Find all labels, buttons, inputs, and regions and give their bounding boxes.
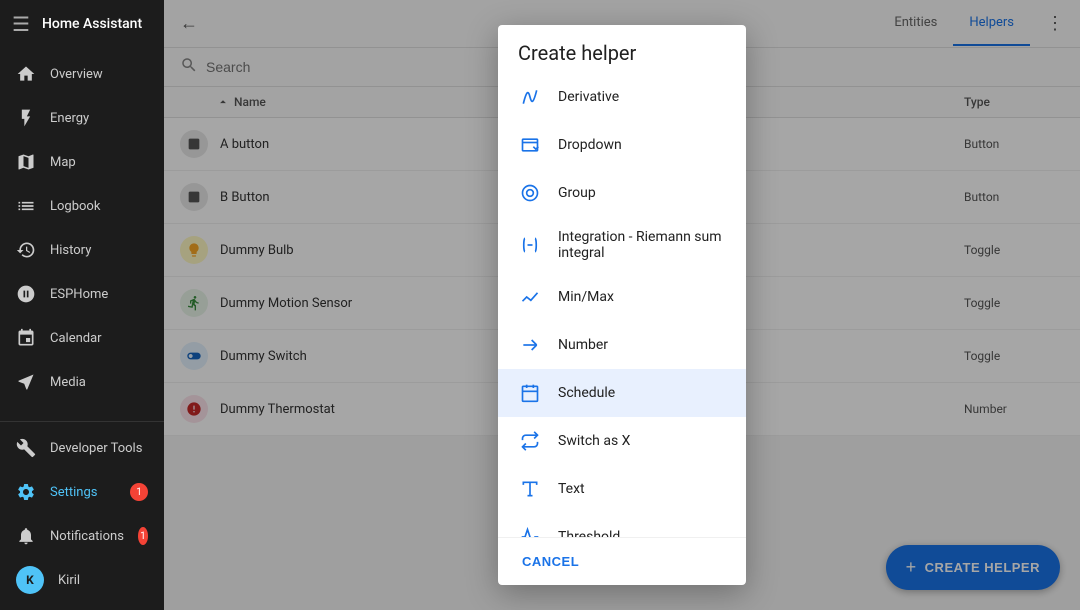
- create-helper-modal: Create helper Derivative Dropdown: [498, 25, 746, 585]
- sidebar-item-media[interactable]: Media: [0, 360, 164, 404]
- notifications-icon: [16, 526, 36, 546]
- sidebar-item-history[interactable]: History: [0, 228, 164, 272]
- sidebar-nav: Overview Energy Map Logbook History: [0, 48, 164, 421]
- modal-footer: CANCEL: [498, 537, 746, 585]
- helper-option-group[interactable]: Group: [498, 169, 746, 217]
- helper-label-dropdown: Dropdown: [558, 137, 622, 153]
- settings-badge: 1: [130, 483, 148, 501]
- hamburger-icon[interactable]: ☰: [12, 12, 30, 36]
- helper-label-group: Group: [558, 185, 596, 201]
- helper-label-derivative: Derivative: [558, 89, 619, 105]
- minmax-icon: [518, 285, 542, 309]
- logbook-icon: [16, 196, 36, 216]
- sidebar-item-energy[interactable]: Energy: [0, 96, 164, 140]
- sidebar-item-developer-tools[interactable]: Developer Tools: [0, 426, 164, 470]
- sidebar-label-settings: Settings: [50, 485, 97, 500]
- sidebar-item-overview[interactable]: Overview: [0, 52, 164, 96]
- sidebar-item-map[interactable]: Map: [0, 140, 164, 184]
- sidebar-item-notifications[interactable]: Notifications 1: [0, 514, 164, 558]
- esphome-icon: [16, 284, 36, 304]
- map-icon: [16, 152, 36, 172]
- helper-option-switch-as-x[interactable]: Switch as X: [498, 417, 746, 465]
- helper-label-schedule: Schedule: [558, 385, 615, 401]
- history-icon: [16, 240, 36, 260]
- threshold-icon: [518, 525, 542, 537]
- sidebar-label-profile: Kiril: [58, 573, 80, 588]
- derivative-icon: [518, 85, 542, 109]
- main-content: ← Entities Helpers ⋮ Name Type A button …: [164, 0, 1080, 610]
- helper-label-minmax: Min/Max: [558, 289, 614, 305]
- sidebar-label-media: Media: [50, 375, 86, 390]
- schedule-icon: [518, 381, 542, 405]
- notifications-badge: 1: [138, 527, 148, 545]
- sidebar-label-energy: Energy: [50, 111, 89, 126]
- sidebar-item-calendar[interactable]: Calendar: [0, 316, 164, 360]
- modal-title: Create helper: [498, 25, 746, 73]
- helper-label-integration: Integration - Riemann sum integral: [558, 229, 726, 261]
- settings-icon: [16, 482, 36, 502]
- group-icon: [518, 181, 542, 205]
- sidebar-item-settings[interactable]: Settings 1: [0, 470, 164, 514]
- switch-as-x-icon: [518, 429, 542, 453]
- sidebar-label-esphome: ESPHome: [50, 287, 108, 302]
- app-title: Home Assistant: [42, 16, 142, 32]
- helper-label-switch-as-x: Switch as X: [558, 433, 630, 449]
- helper-option-threshold[interactable]: Threshold: [498, 513, 746, 537]
- sidebar-header: ☰ Home Assistant: [0, 0, 164, 48]
- sidebar-item-esphome[interactable]: ESPHome: [0, 272, 164, 316]
- energy-icon: [16, 108, 36, 128]
- helper-label-number: Number: [558, 337, 608, 353]
- number-icon: [518, 333, 542, 357]
- media-icon: [16, 372, 36, 392]
- helper-option-derivative[interactable]: Derivative: [498, 73, 746, 121]
- sidebar-label-notifications: Notifications: [50, 529, 124, 544]
- sidebar-item-logbook[interactable]: Logbook: [0, 184, 164, 228]
- sidebar-label-overview: Overview: [50, 67, 103, 82]
- sidebar-bottom: Developer Tools Settings 1 Notifications…: [0, 421, 164, 610]
- helper-label-text: Text: [558, 481, 585, 497]
- helper-option-text[interactable]: Text: [498, 465, 746, 513]
- helper-option-schedule[interactable]: Schedule: [498, 369, 746, 417]
- modal-overlay: Create helper Derivative Dropdown: [164, 0, 1080, 610]
- helper-option-integration[interactable]: Integration - Riemann sum integral: [498, 217, 746, 273]
- dropdown-icon: [518, 133, 542, 157]
- helper-option-minmax[interactable]: Min/Max: [498, 273, 746, 321]
- integration-icon: [518, 233, 542, 257]
- sidebar-label-logbook: Logbook: [50, 199, 100, 214]
- modal-list: Derivative Dropdown Group: [498, 73, 746, 537]
- text-icon: [518, 477, 542, 501]
- sidebar-item-profile[interactable]: K Kiril: [0, 558, 164, 602]
- overview-icon: [16, 64, 36, 84]
- sidebar: ☰ Home Assistant Overview Energy Map Lo: [0, 0, 164, 610]
- sidebar-label-history: History: [50, 243, 91, 258]
- sidebar-label-developer-tools: Developer Tools: [50, 441, 142, 456]
- helper-option-dropdown[interactable]: Dropdown: [498, 121, 746, 169]
- sidebar-label-map: Map: [50, 155, 76, 170]
- helper-label-threshold: Threshold: [558, 529, 620, 537]
- helper-option-number[interactable]: Number: [498, 321, 746, 369]
- developer-tools-icon: [16, 438, 36, 458]
- avatar: K: [16, 566, 44, 594]
- sidebar-label-calendar: Calendar: [50, 331, 102, 346]
- calendar-icon: [16, 328, 36, 348]
- cancel-button[interactable]: CANCEL: [510, 546, 591, 577]
